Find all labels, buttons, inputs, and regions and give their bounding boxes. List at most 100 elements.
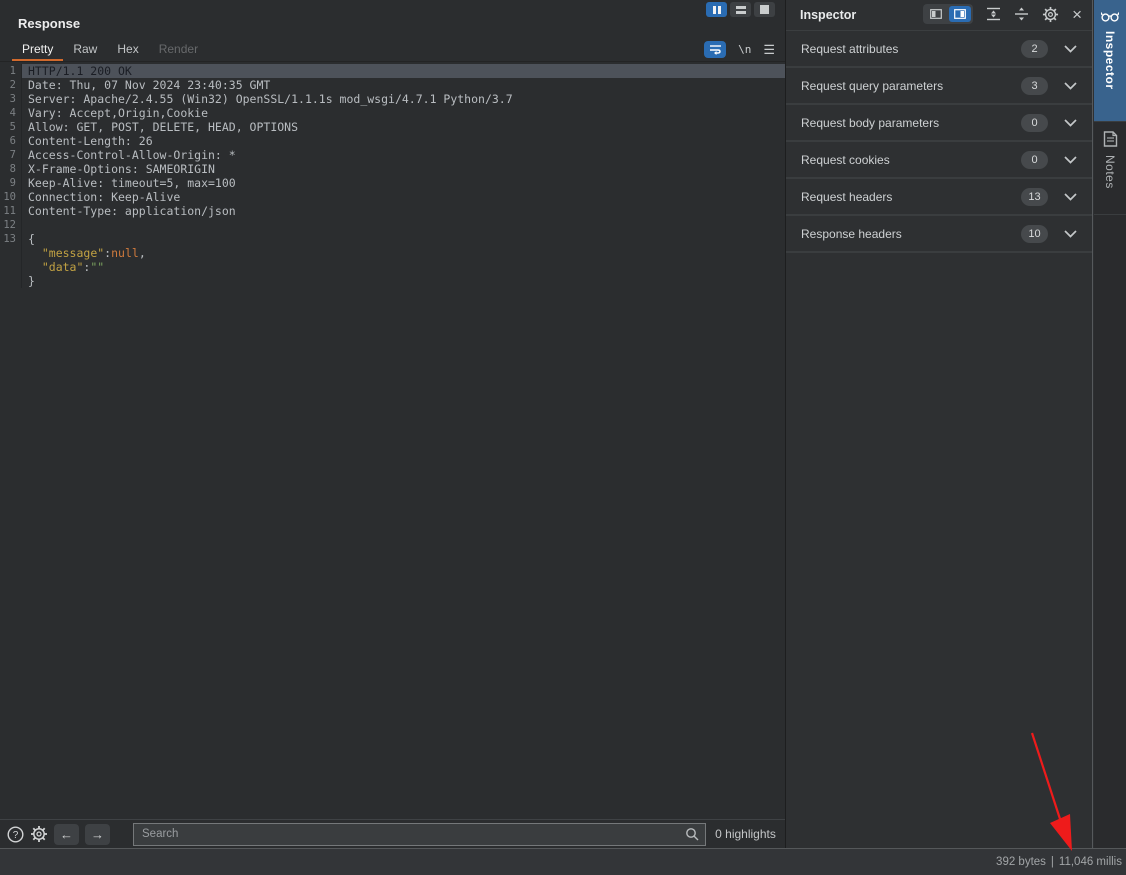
line-content: Allow: GET, POST, DELETE, HEAD, OPTIONS	[22, 120, 785, 134]
line-content: Vary: Accept,Origin,Cookie	[22, 106, 785, 120]
section-label: Request body parameters	[801, 116, 1021, 130]
editor-line: 9Keep-Alive: timeout=5, max=100	[0, 176, 785, 190]
editor-line: 11Content-Type: application/json	[0, 204, 785, 218]
view-layout-buttons	[706, 2, 775, 17]
inspector-section-row[interactable]: Request query parameters 3	[786, 68, 1092, 105]
response-editor[interactable]: 1HTTP/1.1 200 OK2Date: Thu, 07 Nov 2024 …	[0, 62, 785, 819]
editor-line: 6Content-Length: 26	[0, 134, 785, 148]
close-inspector-button[interactable]: ×	[1072, 6, 1082, 23]
chevron-down-icon[interactable]	[1064, 45, 1077, 53]
side-tab-notes-label: Notes	[1103, 155, 1117, 189]
inspector-section-row[interactable]: Response headers 10	[786, 216, 1092, 253]
line-number: 11	[0, 204, 22, 218]
search-settings-button[interactable]	[30, 825, 48, 843]
response-size: 392 bytes	[996, 856, 1046, 868]
layout-single-button[interactable]	[754, 2, 775, 17]
side-tab-strip: Inspector Notes	[1094, 0, 1126, 848]
line-number	[0, 246, 22, 260]
pause-icon	[713, 6, 721, 14]
tab-hex[interactable]: Hex	[107, 38, 148, 61]
help-button[interactable]: ?	[6, 825, 24, 843]
side-tab-notes[interactable]: Notes	[1094, 122, 1126, 215]
editor-line: }	[0, 274, 785, 288]
line-number: 1	[0, 64, 22, 78]
response-pane: Response Pretty Raw Hex Render	[0, 0, 786, 848]
page-title: Response	[18, 16, 80, 31]
inspector-section-row[interactable]: Request headers 13	[786, 179, 1092, 216]
inspector-header-icons: ×	[923, 4, 1082, 24]
layout-split-button[interactable]	[706, 2, 727, 17]
next-match-button[interactable]: →	[85, 824, 110, 845]
side-tab-inspector[interactable]: Inspector	[1094, 0, 1126, 122]
side-tab-inspector-label: Inspector	[1103, 31, 1117, 90]
editor-line: 12	[0, 218, 785, 232]
section-count-badge: 10	[1021, 225, 1048, 243]
tab-pretty[interactable]: Pretty	[12, 38, 63, 61]
dock-left-button[interactable]	[925, 6, 947, 22]
line-content: X-Frame-Options: SAMEORIGIN	[22, 162, 785, 176]
chevron-down-icon[interactable]	[1064, 82, 1077, 90]
inspector-section-row[interactable]: Request body parameters 0	[786, 105, 1092, 142]
section-count-badge: 0	[1021, 151, 1048, 169]
newline-toggle[interactable]: \n	[738, 43, 751, 56]
highlights-count: 0 highlights	[712, 827, 779, 841]
square-icon	[760, 5, 769, 14]
line-number: 2	[0, 78, 22, 92]
line-number: 9	[0, 176, 22, 190]
search-toolbar: ? ← →	[0, 819, 785, 848]
search-field-wrap	[133, 823, 706, 846]
editor-line: 8X-Frame-Options: SAMEORIGIN	[0, 162, 785, 176]
inspector-section-row[interactable]: Request attributes 2	[786, 31, 1092, 68]
section-label: Response headers	[801, 227, 1021, 241]
editor-line: 3Server: Apache/2.4.55 (Win32) OpenSSL/1…	[0, 92, 785, 106]
status-bar: 392 bytes | 11,046 millis	[0, 848, 1126, 875]
layout-stacked-button[interactable]	[730, 2, 751, 17]
section-label: Request headers	[801, 190, 1021, 204]
close-icon: ×	[1072, 5, 1082, 24]
section-count-badge: 2	[1021, 40, 1048, 58]
search-input[interactable]	[133, 823, 706, 846]
line-number: 12	[0, 218, 22, 232]
editor-line: "data":""	[0, 260, 785, 274]
expand-all-icon	[986, 7, 1001, 21]
word-wrap-button[interactable]	[704, 41, 726, 58]
editor-lines: 1HTTP/1.1 200 OK2Date: Thu, 07 Nov 2024 …	[0, 64, 785, 288]
line-content: }	[22, 274, 785, 288]
section-label: Request query parameters	[801, 79, 1021, 93]
line-content: Content-Type: application/json	[22, 204, 785, 218]
line-number: 3	[0, 92, 22, 106]
chevron-down-icon[interactable]	[1064, 156, 1077, 164]
line-content: "data":""	[22, 260, 785, 274]
response-time: 11,046 millis	[1059, 856, 1122, 868]
dock-right-button[interactable]	[949, 6, 971, 22]
response-pane-header: Response	[0, 0, 785, 38]
inspector-settings-button[interactable]	[1042, 6, 1059, 23]
dock-right-icon	[954, 9, 966, 19]
expand-all-button[interactable]	[986, 7, 1001, 21]
app-window: Response Pretty Raw Hex Render	[0, 0, 1126, 875]
inspector-section-row[interactable]: Request cookies 0	[786, 142, 1092, 179]
chevron-down-icon[interactable]	[1064, 230, 1077, 238]
editor-line: 1HTTP/1.1 200 OK	[0, 64, 785, 78]
editor-options: \n ☰	[704, 38, 775, 60]
collapse-all-button[interactable]	[1014, 7, 1029, 21]
tab-render: Render	[149, 38, 208, 61]
chevron-down-icon[interactable]	[1064, 119, 1077, 127]
previous-match-button[interactable]: ←	[54, 824, 79, 845]
gear-icon	[1042, 6, 1059, 23]
line-content: Keep-Alive: timeout=5, max=100	[22, 176, 785, 190]
arrow-right-icon: →	[91, 827, 104, 842]
inspector-header: Inspector	[786, 0, 1092, 31]
section-count-badge: 0	[1021, 114, 1048, 132]
line-content: {	[22, 232, 785, 246]
line-number: 4	[0, 106, 22, 120]
word-wrap-icon	[709, 44, 722, 55]
editor-menu-icon[interactable]: ☰	[763, 43, 775, 56]
editor-line: 4Vary: Accept,Origin,Cookie	[0, 106, 785, 120]
tab-raw[interactable]: Raw	[63, 38, 107, 61]
line-content: Connection: Keep-Alive	[22, 190, 785, 204]
help-icon: ?	[7, 826, 24, 843]
line-number: 8	[0, 162, 22, 176]
line-number	[0, 274, 22, 288]
chevron-down-icon[interactable]	[1064, 193, 1077, 201]
